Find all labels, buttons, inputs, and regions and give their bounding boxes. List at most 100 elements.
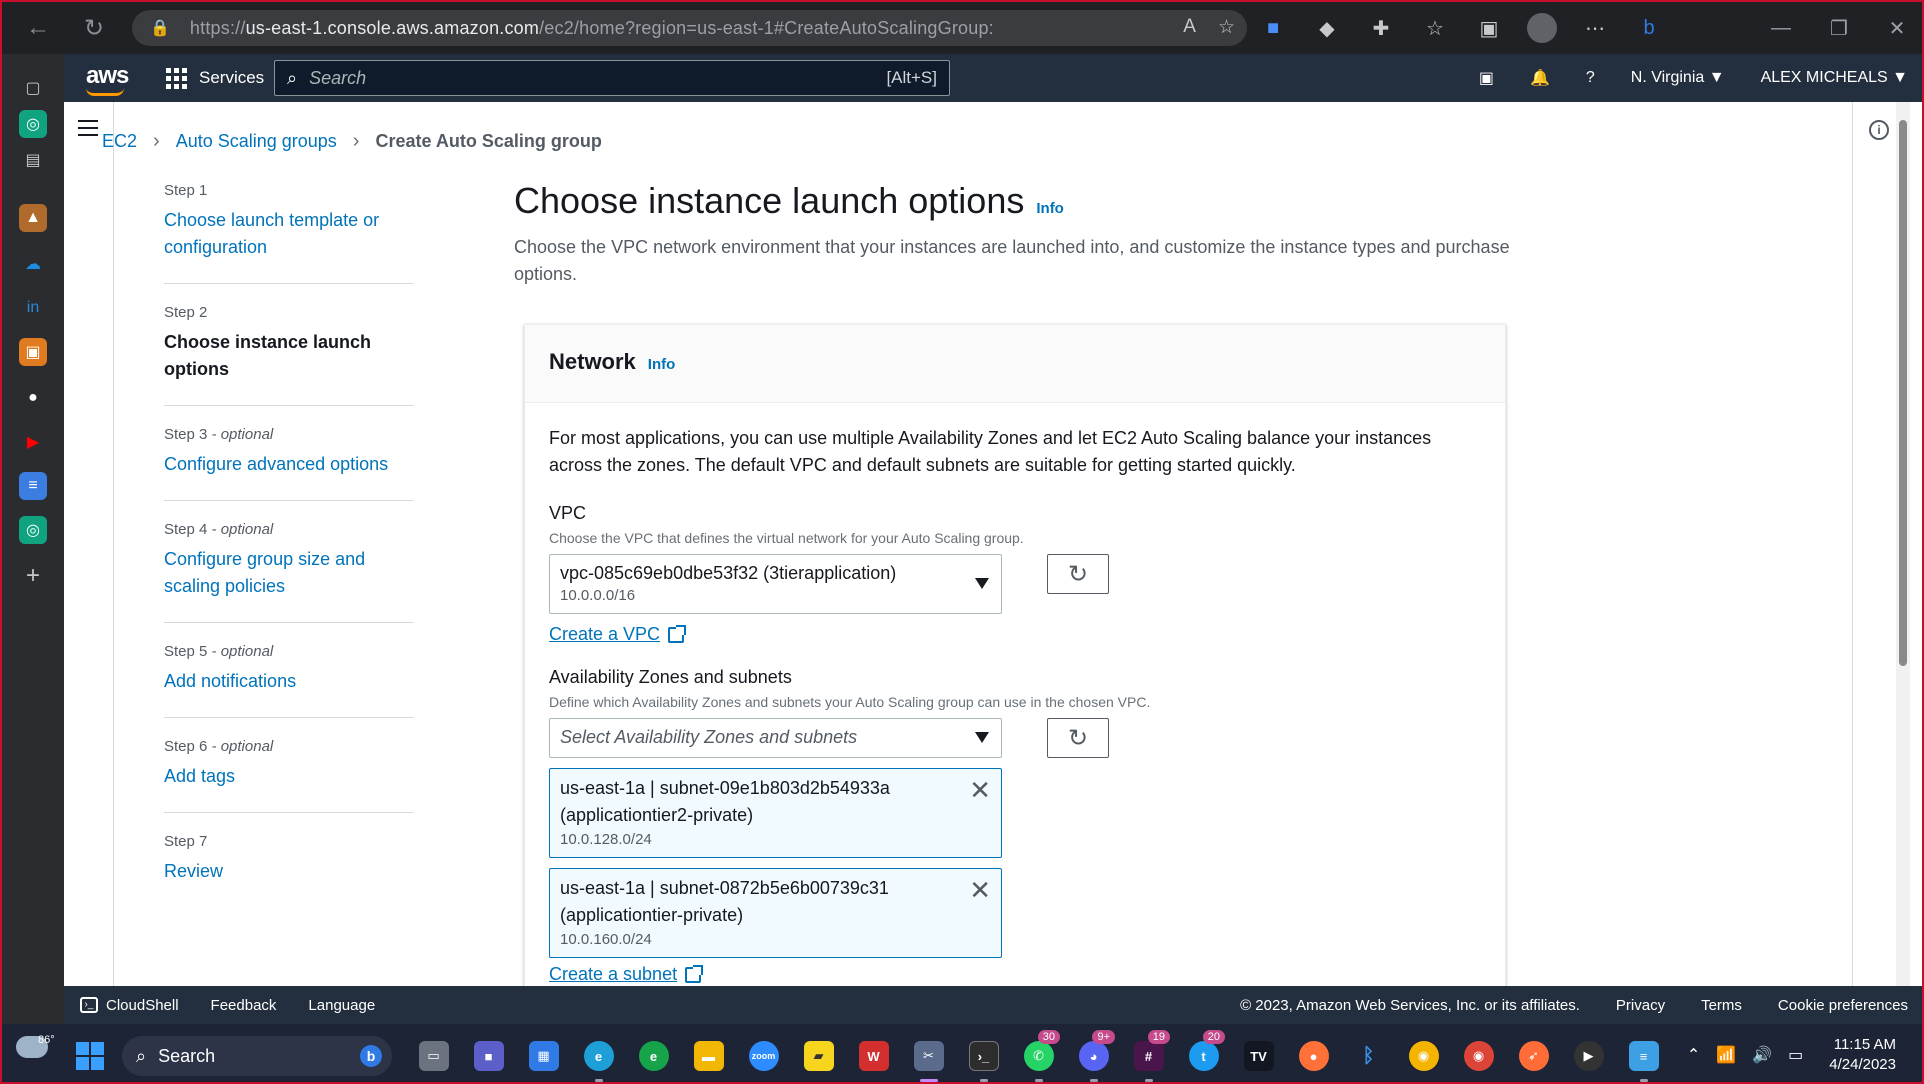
step-title[interactable]: Configure group size and scaling policie… <box>164 546 414 600</box>
step-title[interactable]: Add notifications <box>164 668 414 695</box>
linkedin-icon[interactable]: in <box>19 294 47 322</box>
app-icon[interactable]: ▲ <box>19 204 47 232</box>
account-menu[interactable]: ALEX MICHEALS ▼ <box>1743 54 1922 102</box>
profile-avatar[interactable] <box>1527 13 1557 43</box>
aws-search-input[interactable]: ⌕ Search [Alt+S] <box>274 60 950 96</box>
add-favorite-icon[interactable]: ☆ <box>1218 16 1235 39</box>
meet-icon[interactable]: ■ <box>1257 17 1289 40</box>
privacy-link[interactable]: Privacy <box>1598 997 1683 1014</box>
terminal-icon[interactable]: ›_ <box>956 1034 1011 1082</box>
media-player-icon[interactable]: ▶ <box>1561 1034 1616 1078</box>
hamburger-menu-icon[interactable] <box>78 120 98 141</box>
notifications-icon[interactable]: 🔔 <box>1512 54 1568 102</box>
breadcrumb-ec2[interactable]: EC2 <box>102 131 137 152</box>
chrome-icon[interactable]: ◉ <box>1451 1034 1506 1078</box>
vpc-select[interactable]: vpc-085c69eb0dbe53f32 (3tierapplication)… <box>549 554 1002 614</box>
cookie-preferences-link[interactable]: Cookie preferences <box>1760 997 1922 1014</box>
youtube-icon[interactable]: ▶ <box>19 428 47 456</box>
minimize-icon[interactable]: — <box>1752 17 1810 40</box>
step-title[interactable]: Choose launch template or configuration <box>164 207 414 261</box>
az-select[interactable]: Select Availability Zones and subnets <box>549 718 1002 758</box>
scrollbar[interactable] <box>1896 102 1910 986</box>
twitter-icon[interactable]: t 20 <box>1176 1030 1231 1078</box>
clock[interactable]: 11:15 AM 4/24/2023 <box>1829 1035 1896 1075</box>
chatgpt-icon[interactable]: ◎ <box>19 110 47 138</box>
collections-icon[interactable]: ▣ <box>1473 16 1505 41</box>
tradingview-icon[interactable]: TV <box>1231 1034 1286 1078</box>
battery-icon[interactable]: ▭ <box>1788 1045 1803 1065</box>
store-icon[interactable]: ▦ <box>516 1034 571 1078</box>
remove-subnet-icon[interactable]: ✕ <box>969 875 991 906</box>
step-title[interactable]: Configure advanced options <box>164 451 414 478</box>
slack-icon[interactable]: #19 <box>1121 1030 1176 1082</box>
restore-icon[interactable]: ❐ <box>1810 16 1868 41</box>
create-subnet-link[interactable]: Create a subnet <box>549 964 704 985</box>
aws-footer: ›_ CloudShell Feedback Language © 2023, A… <box>64 986 1922 1024</box>
chevron-up-icon[interactable]: ⌃ <box>1687 1045 1700 1065</box>
notepad-icon[interactable]: ≡ <box>1616 1034 1671 1082</box>
docs-icon[interactable]: ≡ <box>19 472 47 500</box>
feedback-link[interactable]: Feedback <box>195 997 293 1014</box>
back-icon[interactable]: ← <box>16 6 60 50</box>
more-menu-icon[interactable]: ⋯ <box>1579 16 1611 41</box>
terms-link[interactable]: Terms <box>1683 997 1760 1014</box>
edge-icon[interactable]: e <box>571 1034 626 1082</box>
cloudshell-button[interactable]: ›_ CloudShell <box>64 997 195 1014</box>
step-title[interactable]: Add tags <box>164 763 414 790</box>
refresh-icon[interactable]: ↻ <box>72 6 116 50</box>
snipping-tool-icon[interactable]: ✂ <box>901 1034 956 1082</box>
wifi-icon[interactable]: 📶 <box>1716 1045 1736 1065</box>
edge-beta-icon[interactable]: e <box>626 1034 681 1078</box>
bluetooth-icon[interactable]: ᛒ <box>1341 1034 1396 1078</box>
address-bar[interactable]: 🔒 https://us-east-1.console.aws.amazon.c… <box>132 10 1247 46</box>
chat-icon[interactable]: ◎ <box>19 516 47 544</box>
chrome-canary-icon[interactable]: ◉ <box>1396 1034 1451 1078</box>
tabs-icon[interactable]: ▢ <box>19 74 47 102</box>
teams-meet-icon[interactable]: ■ <box>461 1034 516 1078</box>
info-panel-icon[interactable]: i <box>1869 120 1889 140</box>
add-sidebar-icon[interactable]: + <box>19 562 47 590</box>
help-icon[interactable]: ? <box>1568 54 1613 102</box>
weather-temp: 86° <box>38 1034 55 1046</box>
aws-tab-icon[interactable]: ▣ <box>19 338 47 366</box>
favorites-icon[interactable]: ☆ <box>1419 16 1451 41</box>
create-vpc-link[interactable]: Create a VPC <box>549 624 687 645</box>
scrollbar-thumb[interactable] <box>1899 120 1907 666</box>
firefox-icon[interactable]: ● <box>1286 1034 1341 1078</box>
services-menu[interactable]: Services <box>166 54 264 102</box>
discord-icon[interactable]: ◕ 9+ <box>1066 1030 1121 1082</box>
step-title[interactable]: Review <box>164 858 414 885</box>
whatsapp-icon[interactable]: ✆ 30 <box>1011 1030 1066 1082</box>
region-selector[interactable]: N. Virginia ▼ <box>1613 54 1743 102</box>
calendar-icon[interactable]: ▤ <box>19 146 47 174</box>
step-number: Step 7 <box>164 833 208 850</box>
vpc-refresh-button[interactable]: ↻ <box>1047 554 1109 594</box>
postman-icon[interactable]: ➶ <box>1506 1034 1561 1078</box>
remove-subnet-icon[interactable]: ✕ <box>969 775 991 806</box>
system-tray: ⌃ 📶 🔊 ▭ 11:15 AM 4/24/2023 <box>1687 1024 1896 1082</box>
subnet-cidr: 10.0.128.0/24 <box>560 831 652 848</box>
zoom-icon[interactable]: zoom <box>736 1034 791 1078</box>
github-icon[interactable]: ● <box>19 384 47 412</box>
extensions-icon[interactable]: ✚ <box>1365 16 1397 41</box>
bing-icon[interactable]: b <box>1633 17 1665 40</box>
page-info-link[interactable]: Info <box>1036 200 1064 217</box>
wps-icon[interactable]: W <box>846 1034 901 1078</box>
file-explorer-icon[interactable]: ▬ <box>681 1034 736 1078</box>
taskbar-search[interactable]: ⌕ Search b <box>122 1036 392 1076</box>
start-button[interactable] <box>76 1042 104 1070</box>
volume-icon[interactable]: 🔊 <box>1752 1045 1772 1065</box>
sticky-notes-icon[interactable]: ▰ <box>791 1034 846 1078</box>
task-view-icon[interactable]: ▭ <box>406 1034 461 1078</box>
az-refresh-button[interactable]: ↻ <box>1047 718 1109 758</box>
onedrive-icon[interactable]: ☁ <box>19 250 47 278</box>
breadcrumb-asg[interactable]: Auto Scaling groups <box>176 131 337 152</box>
extension-diamond-icon[interactable]: ◆ <box>1311 16 1343 41</box>
network-info-link[interactable]: Info <box>648 356 676 373</box>
language-link[interactable]: Language <box>292 997 391 1014</box>
read-aloud-icon[interactable]: A <box>1183 16 1196 39</box>
cloudshell-icon[interactable]: ▣ <box>1461 54 1512 102</box>
aws-logo[interactable]: aws <box>86 62 129 96</box>
close-window-icon[interactable]: ✕ <box>1868 16 1922 41</box>
weather-widget[interactable]: 86° <box>16 1034 56 1058</box>
